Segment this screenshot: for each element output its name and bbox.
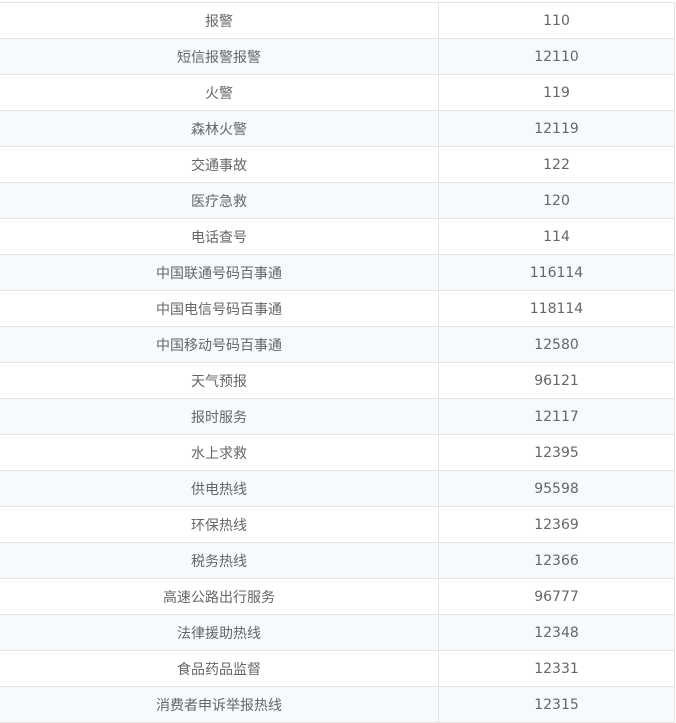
service-name: 森林火警 — [0, 110, 439, 147]
table-row: 短信报警报警 12110 — [0, 38, 675, 75]
table-row: 环保热线 12369 — [0, 506, 675, 543]
phone-number: 12580 — [438, 326, 675, 363]
table-row: 天气预报 96121 — [0, 362, 675, 399]
service-name: 交通事故 — [0, 146, 439, 183]
table-row: 医疗急救 120 — [0, 182, 675, 219]
service-name: 天气预报 — [0, 362, 439, 399]
table-row: 中国电信号码百事通 118114 — [0, 290, 675, 327]
table-row: 高速公路出行服务 96777 — [0, 578, 675, 615]
table-row: 消费者申诉举报热线 12315 — [0, 686, 675, 723]
table-row: 食品药品监督 12331 — [0, 650, 675, 687]
hotline-table: 报警 110 短信报警报警 12110 火警 119 森林火警 12119 交通事故 122 医疗急… — [0, 2, 675, 723]
table-row: 报时服务 12117 — [0, 398, 675, 435]
table-row: 报警 110 — [0, 2, 675, 39]
phone-number: 12395 — [438, 434, 675, 471]
service-name: 火警 — [0, 74, 439, 111]
phone-number: 96121 — [438, 362, 675, 399]
phone-number: 110 — [438, 2, 675, 39]
service-name: 高速公路出行服务 — [0, 578, 439, 615]
service-name: 电话查号 — [0, 218, 439, 255]
phone-number: 12366 — [438, 542, 675, 579]
service-name: 中国联通号码百事通 — [0, 254, 439, 291]
phone-number: 114 — [438, 218, 675, 255]
phone-number: 120 — [438, 182, 675, 219]
service-name: 供电热线 — [0, 470, 439, 507]
table-row: 森林火警 12119 — [0, 110, 675, 147]
service-name: 环保热线 — [0, 506, 439, 543]
phone-number: 12331 — [438, 650, 675, 687]
table-row: 电话查号 114 — [0, 218, 675, 255]
phone-number: 12117 — [438, 398, 675, 435]
table-row: 税务热线 12366 — [0, 542, 675, 579]
service-name: 食品药品监督 — [0, 650, 439, 687]
phone-number: 12315 — [438, 686, 675, 723]
phone-number: 118114 — [438, 290, 675, 327]
service-name: 中国电信号码百事通 — [0, 290, 439, 327]
service-name: 中国移动号码百事通 — [0, 326, 439, 363]
table-row: 法律援助热线 12348 — [0, 614, 675, 651]
service-name: 消费者申诉举报热线 — [0, 686, 439, 723]
table-row: 水上求救 12395 — [0, 434, 675, 471]
table-row: 火警 119 — [0, 74, 675, 111]
phone-number: 12348 — [438, 614, 675, 651]
phone-number: 12110 — [438, 38, 675, 75]
table-row: 中国移动号码百事通 12580 — [0, 326, 675, 363]
phone-number: 96777 — [438, 578, 675, 615]
phone-number: 12119 — [438, 110, 675, 147]
service-name: 报警 — [0, 2, 439, 39]
table-row: 交通事故 122 — [0, 146, 675, 183]
phone-number: 119 — [438, 74, 675, 111]
phone-number: 12369 — [438, 506, 675, 543]
service-name: 税务热线 — [0, 542, 439, 579]
table-row: 供电热线 95598 — [0, 470, 675, 507]
phone-number: 95598 — [438, 470, 675, 507]
phone-number: 122 — [438, 146, 675, 183]
table-row: 中国联通号码百事通 116114 — [0, 254, 675, 291]
service-name: 医疗急救 — [0, 182, 439, 219]
service-name: 法律援助热线 — [0, 614, 439, 651]
phone-number: 116114 — [438, 254, 675, 291]
service-name: 水上求救 — [0, 434, 439, 471]
service-name: 报时服务 — [0, 398, 439, 435]
service-name: 短信报警报警 — [0, 38, 439, 75]
